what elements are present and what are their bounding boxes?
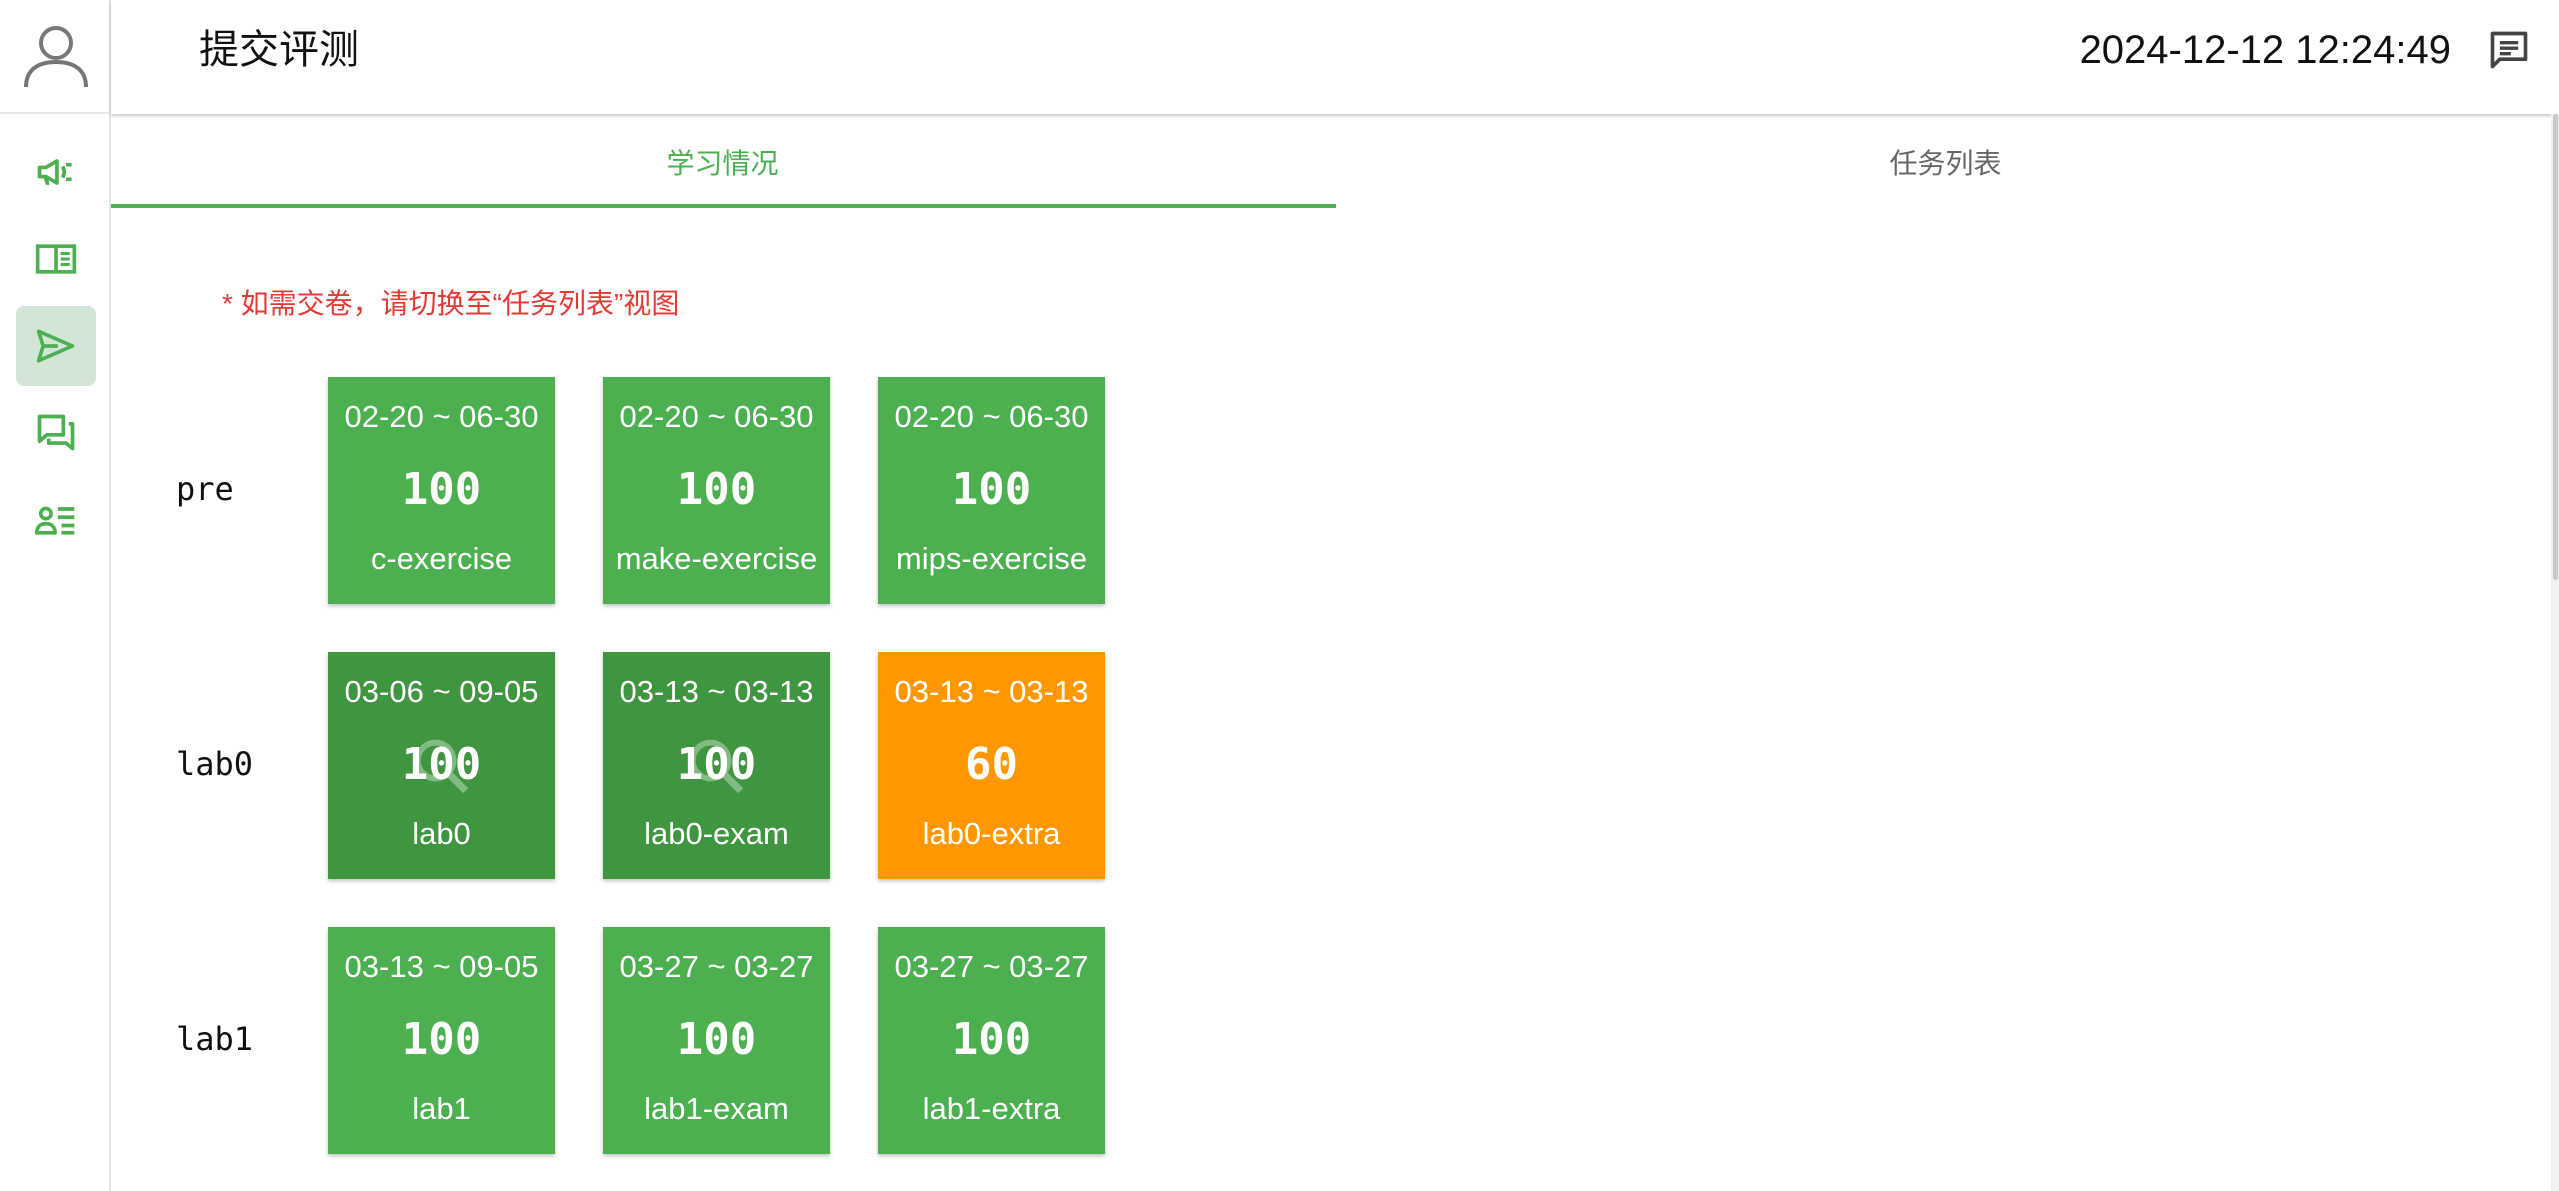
sidebar-item-submit[interactable]: [16, 306, 96, 386]
task-score: 60: [965, 739, 1018, 790]
sidebar-item-tutorial[interactable]: [16, 219, 96, 299]
task-date-range: 03-27 ~ 03-27: [619, 949, 814, 984]
task-card-lab1[interactable]: 03-13 ~ 09-05 100 lab1: [328, 927, 555, 1154]
group-label-lab1: lab1: [176, 1020, 254, 1058]
book-icon: [35, 244, 77, 274]
app-header: 提交评测 2024-12-12 12:24:49: [111, 0, 2559, 114]
avatar[interactable]: [0, 0, 111, 114]
group-label-pre: pre: [176, 470, 234, 508]
page-title: 提交评测: [199, 28, 359, 72]
task-date-range: 03-13 ~ 03-13: [894, 674, 1089, 709]
task-score: 100: [676, 464, 757, 515]
task-date-range: 03-06 ~ 09-05: [344, 674, 539, 709]
task-name: lab0-extra: [922, 816, 1061, 851]
task-name: mips-exercise: [895, 541, 1088, 576]
task-card-c-exercise[interactable]: 02-20 ~ 06-30 100 c-exercise: [328, 377, 555, 604]
task-card-make-exercise[interactable]: 02-20 ~ 06-30 100 make-exercise: [603, 377, 830, 604]
task-card-lab1-extra[interactable]: 03-27 ~ 03-27 100 lab1-extra: [878, 927, 1105, 1154]
send-icon: [36, 329, 75, 363]
group-label-lab0: lab0: [176, 745, 254, 783]
scrollbar-thumb[interactable]: [2553, 114, 2558, 580]
task-date-range: 02-20 ~ 06-30: [619, 399, 814, 434]
task-score: 100: [676, 1014, 757, 1065]
task-name: c-exercise: [370, 541, 513, 576]
task-card-lab0-extra[interactable]: 03-13 ~ 03-13 60 lab0-extra: [878, 652, 1105, 879]
user-avatar-icon[interactable]: [21, 21, 91, 91]
current-datetime: 2024-12-12 12:24:49: [2079, 28, 2451, 72]
sidebar-item-discussion[interactable]: [16, 393, 96, 473]
sidebar-item-announcements[interactable]: [16, 132, 96, 212]
task-name: lab1-exam: [644, 1091, 789, 1126]
tab-study-status[interactable]: 学习情况: [111, 116, 1334, 208]
task-score: 100: [401, 1014, 482, 1065]
task-name: lab1-extra: [922, 1091, 1061, 1126]
view-tabs: 学习情况 任务列表: [111, 116, 2557, 208]
task-date-range: 03-27 ~ 03-27: [894, 949, 1089, 984]
task-date-range: 03-13 ~ 03-13: [619, 674, 814, 709]
sidebar: [0, 0, 111, 1191]
sidebar-item-roster[interactable]: [16, 480, 96, 560]
person-list-icon: [34, 506, 75, 535]
task-name: lab1: [412, 1091, 471, 1126]
task-date-range: 02-20 ~ 06-30: [344, 399, 539, 434]
submit-notice: * 如需交卷，请切换至“任务列表”视图: [222, 288, 680, 319]
task-date-range: 02-20 ~ 06-30: [894, 399, 1089, 434]
task-card-mips-exercise[interactable]: 02-20 ~ 06-30 100 mips-exercise: [878, 377, 1105, 604]
task-score: 100: [951, 1014, 1032, 1065]
search-icon: [689, 739, 744, 794]
megaphone-icon: [37, 159, 72, 185]
message-icon[interactable]: [2487, 28, 2531, 72]
task-card-lab0-exam[interactable]: 03-13 ~ 03-13 100 lab0-exam: [603, 652, 830, 879]
search-icon: [414, 739, 469, 794]
task-name: lab0-exam: [644, 816, 789, 851]
task-card-lab1-exam[interactable]: 03-27 ~ 03-27 100 lab1-exam: [603, 927, 830, 1154]
active-tab-indicator: [111, 204, 1336, 208]
tab-task-list[interactable]: 任务列表: [1334, 116, 2557, 208]
task-date-range: 03-13 ~ 09-05: [344, 949, 539, 984]
task-card-lab0[interactable]: 03-06 ~ 09-05 100 lab0: [328, 652, 555, 879]
task-name: make-exercise: [615, 541, 818, 576]
forum-icon: [37, 414, 75, 451]
task-name: lab0: [412, 816, 471, 851]
task-score: 100: [401, 464, 482, 515]
task-score: 100: [951, 464, 1032, 515]
